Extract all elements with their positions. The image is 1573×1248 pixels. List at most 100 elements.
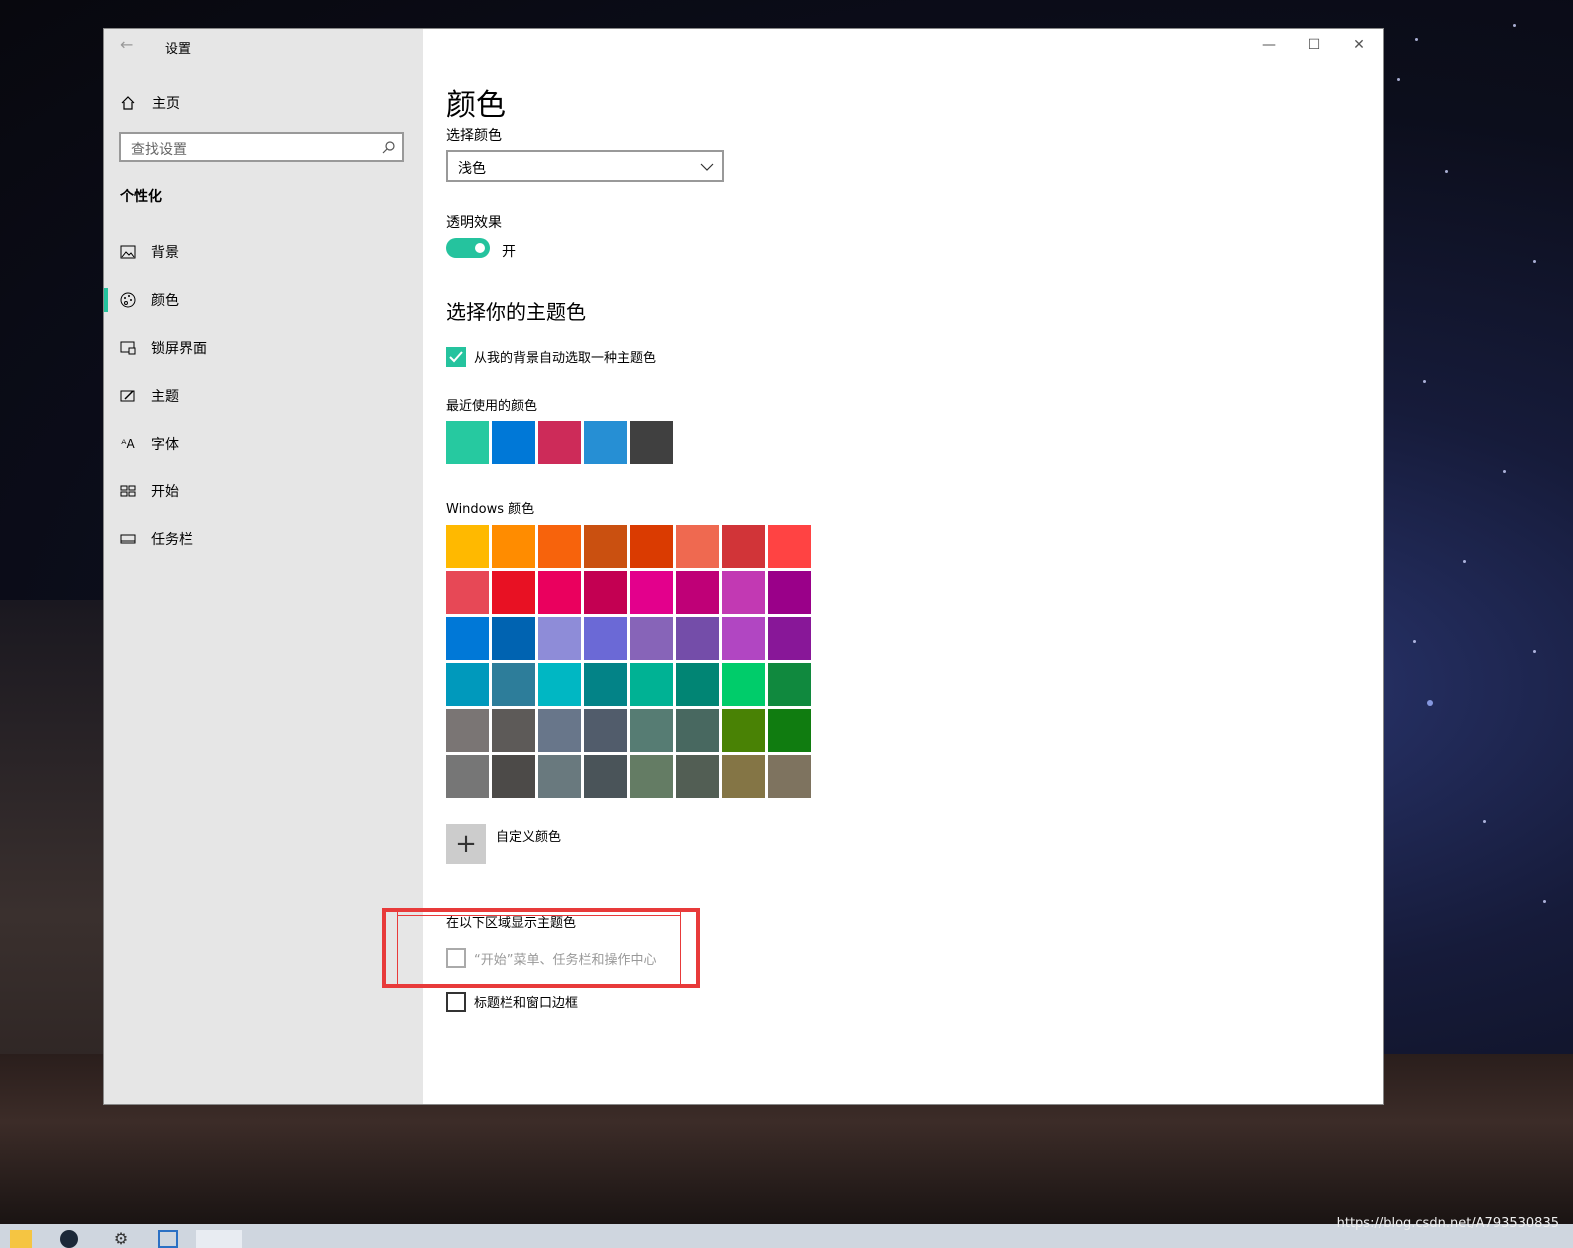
- windows-color-swatch[interactable]: [538, 663, 581, 706]
- chevron-down-icon: [700, 163, 714, 171]
- sidebar-item-label: 任务栏: [151, 532, 193, 548]
- windows-color-swatch[interactable]: [492, 755, 535, 798]
- windows-color-swatch[interactable]: [722, 755, 765, 798]
- windows-color-swatch[interactable]: [538, 525, 581, 568]
- recent-color-swatch[interactable]: [538, 421, 581, 464]
- windows-color-swatch[interactable]: [630, 571, 673, 614]
- file-explorer-icon[interactable]: [10, 1230, 32, 1248]
- taskbar-icon: [119, 530, 137, 548]
- section-heading: 个性化: [120, 189, 162, 205]
- windows-color-swatch[interactable]: [446, 709, 489, 752]
- windows-color-swatch[interactable]: [538, 571, 581, 614]
- windows-color-swatch[interactable]: [722, 617, 765, 660]
- windows-color-swatch[interactable]: [446, 755, 489, 798]
- search-placeholder: 查找设置: [131, 142, 187, 158]
- custom-color-label[interactable]: 自定义颜色: [496, 826, 561, 845]
- windows-colors-label: Windows 颜色: [446, 502, 535, 517]
- windows-color-swatch[interactable]: [584, 709, 627, 752]
- windows-color-swatch[interactable]: [768, 525, 811, 568]
- recent-color-swatch[interactable]: [584, 421, 627, 464]
- minimize-button[interactable]: —: [1254, 35, 1284, 55]
- choose-color-dropdown[interactable]: 浅色: [446, 150, 724, 182]
- windows-color-swatch[interactable]: [492, 663, 535, 706]
- transparency-toggle[interactable]: [446, 238, 490, 258]
- settings-window: ← 设置 主页 查找设置 个性化 背景 颜色 锁屏界面 主题 ᴬA 字体 开始 …: [104, 29, 1383, 1104]
- home-icon: [121, 96, 135, 110]
- sidebar-item-fonts[interactable]: ᴬA 字体: [104, 424, 423, 464]
- windows-color-swatch[interactable]: [676, 617, 719, 660]
- windows-color-swatch[interactable]: [584, 571, 627, 614]
- windows-color-swatch[interactable]: [676, 709, 719, 752]
- windows-color-swatch[interactable]: [492, 617, 535, 660]
- search-input[interactable]: 查找设置: [119, 132, 404, 162]
- window-title: 设置: [165, 42, 192, 57]
- transparency-state: 开: [502, 244, 516, 260]
- windows-color-swatch[interactable]: [676, 525, 719, 568]
- sidebar-home[interactable]: 主页: [120, 93, 180, 113]
- steam-icon[interactable]: [60, 1230, 78, 1248]
- windows-color-swatch[interactable]: [630, 663, 673, 706]
- windows-color-swatch[interactable]: [768, 571, 811, 614]
- picture-icon: [119, 243, 137, 261]
- windows-color-swatch[interactable]: [538, 755, 581, 798]
- windows-color-swatch[interactable]: [722, 709, 765, 752]
- app-icon[interactable]: [158, 1230, 178, 1248]
- windows-color-swatch[interactable]: [722, 663, 765, 706]
- windows-color-swatch[interactable]: [446, 525, 489, 568]
- sidebar-item-taskbar[interactable]: 任务栏: [104, 519, 423, 559]
- windows-color-swatch[interactable]: [768, 709, 811, 752]
- windows-color-swatch[interactable]: [446, 663, 489, 706]
- lockscreen-icon: [119, 339, 137, 357]
- windows-color-swatch[interactable]: [492, 709, 535, 752]
- sidebar-item-lockscreen[interactable]: 锁屏界面: [104, 328, 423, 368]
- windows-color-swatch[interactable]: [446, 617, 489, 660]
- transparency-label: 透明效果: [446, 215, 502, 231]
- start-icon: [119, 482, 137, 500]
- back-arrow-icon[interactable]: ←: [120, 37, 136, 53]
- recent-color-swatch[interactable]: [446, 421, 489, 464]
- sidebar-item-background[interactable]: 背景: [104, 232, 423, 272]
- home-label: 主页: [152, 96, 180, 112]
- windows-color-swatch[interactable]: [722, 571, 765, 614]
- auto-pick-checkbox[interactable]: [446, 347, 466, 367]
- titlebar-checkbox[interactable]: [446, 992, 466, 1012]
- windows-color-swatch[interactable]: [538, 709, 581, 752]
- windows-color-swatch[interactable]: [768, 617, 811, 660]
- start-taskbar-checkbox[interactable]: [446, 948, 466, 968]
- windows-color-swatch[interactable]: [768, 663, 811, 706]
- recent-color-swatch[interactable]: [630, 421, 673, 464]
- windows-color-swatch[interactable]: [630, 755, 673, 798]
- windows-color-swatch[interactable]: [584, 755, 627, 798]
- search-icon[interactable]: [382, 140, 396, 154]
- windows-color-swatch[interactable]: [630, 709, 673, 752]
- windows-color-swatch[interactable]: [584, 617, 627, 660]
- windows-color-swatch[interactable]: [492, 525, 535, 568]
- windows-color-swatch[interactable]: [768, 755, 811, 798]
- settings-taskbar-icon[interactable]: [196, 1230, 242, 1248]
- sidebar-item-label: 主题: [151, 389, 179, 405]
- windows-color-swatch[interactable]: [584, 663, 627, 706]
- sidebar-item-label: 开始: [151, 484, 179, 500]
- custom-color-button[interactable]: +: [446, 824, 486, 864]
- windows-color-swatch[interactable]: [676, 663, 719, 706]
- main-content: — ☐ ✕ 颜色 选择颜色 浅色 透明效果 开 选择你的主题色 从我的背景自动选…: [423, 29, 1383, 1104]
- windows-color-swatch[interactable]: [630, 617, 673, 660]
- windows-color-swatch[interactable]: [722, 525, 765, 568]
- recent-color-swatch[interactable]: [492, 421, 535, 464]
- accent-heading: 选择你的主题色: [446, 300, 586, 324]
- close-button[interactable]: ✕: [1344, 35, 1374, 55]
- sidebar-item-colors[interactable]: 颜色: [104, 280, 423, 320]
- windows-color-swatch[interactable]: [538, 617, 581, 660]
- windows-color-swatch[interactable]: [584, 525, 627, 568]
- windows-color-swatch[interactable]: [676, 571, 719, 614]
- windows-color-swatch[interactable]: [446, 571, 489, 614]
- windows-color-swatch[interactable]: [676, 755, 719, 798]
- palette-icon: [119, 291, 137, 309]
- sidebar-item-start[interactable]: 开始: [104, 471, 423, 511]
- windows-color-swatch[interactable]: [492, 571, 535, 614]
- windows-color-swatch[interactable]: [630, 525, 673, 568]
- gear-icon[interactable]: ⚙: [110, 1230, 132, 1248]
- maximize-button[interactable]: ☐: [1299, 35, 1329, 55]
- sidebar-item-themes[interactable]: 主题: [104, 376, 423, 416]
- recent-colors-label: 最近使用的颜色: [446, 399, 538, 414]
